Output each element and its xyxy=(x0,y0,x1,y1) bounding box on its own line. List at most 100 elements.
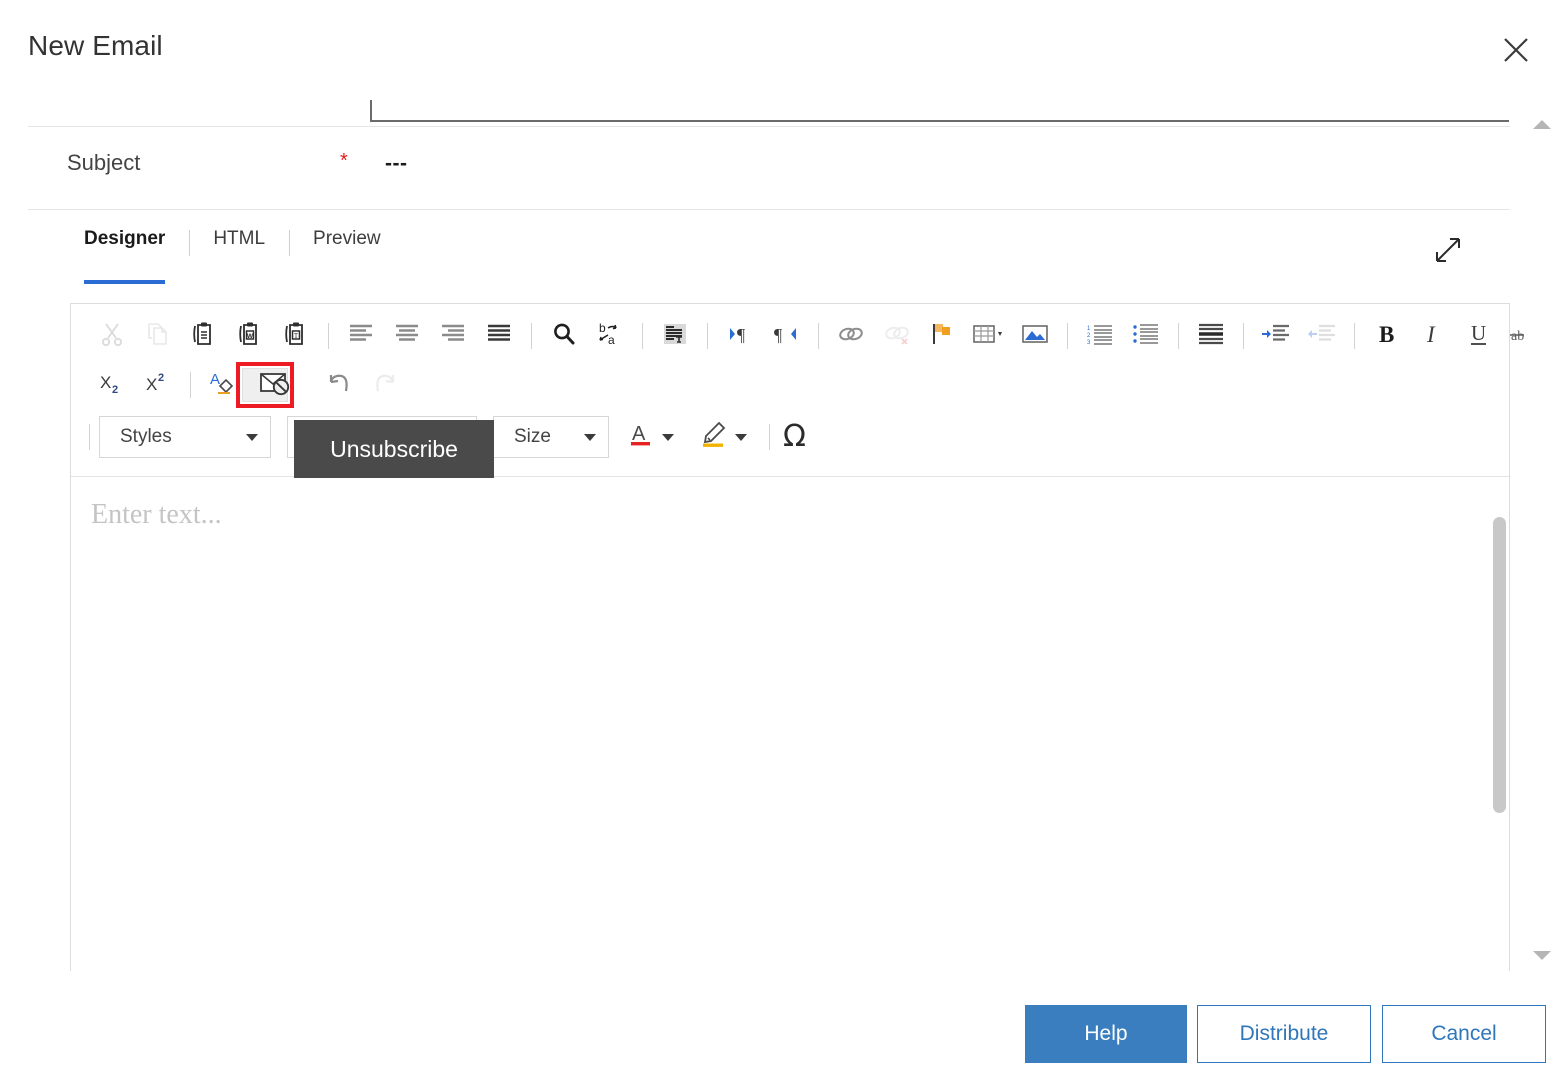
chevron-down-icon xyxy=(735,433,747,441)
size-dropdown-label: Size xyxy=(514,426,551,447)
toolbar-separator xyxy=(1067,323,1068,349)
tab-designer[interactable]: Designer xyxy=(84,228,189,284)
chevron-down-icon xyxy=(584,433,596,441)
replace-button[interactable]: b a xyxy=(587,315,633,357)
text-direction-ltr-icon: ¶ xyxy=(726,322,754,351)
block-quote-button[interactable] xyxy=(1188,315,1234,357)
undo-icon xyxy=(324,370,354,401)
paste-from-word-button[interactable]: W xyxy=(227,315,273,357)
close-button[interactable] xyxy=(1490,24,1542,76)
toolbar-separator xyxy=(1243,323,1244,349)
scroll-up-arrow-icon[interactable] xyxy=(1533,120,1551,129)
special-character-button[interactable]: Ω xyxy=(783,422,806,452)
svg-text:b: b xyxy=(599,321,606,335)
decrease-indent-button[interactable] xyxy=(1299,315,1345,357)
superscript-button[interactable]: X 2 xyxy=(135,364,181,406)
svg-text:T: T xyxy=(294,331,299,339)
select-all-icon xyxy=(662,322,688,351)
undo-button[interactable] xyxy=(316,364,362,406)
highlight-color-button[interactable] xyxy=(694,415,753,459)
anchor-flag-button[interactable] xyxy=(920,315,966,357)
toolbar-row-1: W T b a ¶ ¶ 1 2 3 B I U abc xyxy=(71,310,1536,362)
text-color-button[interactable]: A xyxy=(623,415,680,459)
tab-preview[interactable]: Preview xyxy=(289,228,405,272)
find-button[interactable] xyxy=(541,315,587,357)
paste-button[interactable] xyxy=(181,315,227,357)
insert-image-icon xyxy=(1021,322,1049,351)
tab-html-label: HTML xyxy=(213,228,266,249)
editor-scrollbar-thumb[interactable] xyxy=(1493,517,1506,813)
size-dropdown[interactable]: Size xyxy=(493,416,609,458)
replace-icon: b a xyxy=(596,321,624,352)
italic-button[interactable]: I xyxy=(1410,315,1456,357)
copy-button[interactable] xyxy=(135,315,181,357)
bold-button[interactable]: B xyxy=(1364,315,1410,357)
subscript-button[interactable]: X 2 xyxy=(89,364,135,406)
svg-text:I: I xyxy=(1426,322,1436,347)
chevron-down-icon xyxy=(662,433,674,441)
superscript-icon: X 2 xyxy=(144,370,172,401)
align-right-button[interactable] xyxy=(430,315,476,357)
italic-icon: I xyxy=(1421,321,1445,352)
editor-placeholder: Enter text... xyxy=(91,499,222,530)
bulleted-list-button[interactable] xyxy=(1123,315,1169,357)
tooltip-unsubscribe: Unsubscribe xyxy=(294,420,494,478)
paste-icon xyxy=(191,321,217,352)
insert-table-button[interactable] xyxy=(966,315,1012,357)
redo-button[interactable] xyxy=(362,364,408,406)
svg-text:2: 2 xyxy=(1087,333,1091,339)
distribute-button[interactable]: Distribute xyxy=(1197,1005,1371,1063)
scrolled-field-partial[interactable] xyxy=(370,100,1509,122)
numbered-list-button[interactable]: 1 2 3 xyxy=(1077,315,1123,357)
expand-editor-button[interactable] xyxy=(1428,232,1468,272)
page-title: New Email xyxy=(28,30,163,61)
editor-content-area[interactable]: Enter text... xyxy=(71,477,1509,976)
insert-link-button[interactable] xyxy=(828,315,874,357)
editor-scrollbar[interactable] xyxy=(1489,477,1509,976)
scroll-down-arrow-icon[interactable] xyxy=(1533,951,1551,960)
styles-dropdown-label: Styles xyxy=(120,426,172,447)
insert-table-icon xyxy=(972,322,1006,351)
select-all-button[interactable] xyxy=(652,315,698,357)
anchor-flag-icon xyxy=(930,321,956,352)
subject-label: Subject xyxy=(67,150,141,175)
toolbar-row-3: Styles Font Size A xyxy=(71,408,1509,466)
underline-button[interactable]: U xyxy=(1456,315,1502,357)
insert-image-button[interactable] xyxy=(1012,315,1058,357)
cancel-button[interactable]: Cancel xyxy=(1382,1005,1546,1063)
text-direction-rtl-button[interactable]: ¶ xyxy=(763,315,809,357)
svg-text:2: 2 xyxy=(112,384,118,396)
close-icon xyxy=(1502,36,1530,64)
svg-text:¶: ¶ xyxy=(737,325,745,345)
bold-icon: B xyxy=(1375,321,1399,352)
svg-text:X: X xyxy=(146,375,157,394)
paste-as-text-button[interactable]: T xyxy=(273,315,319,357)
help-button[interactable]: Help xyxy=(1025,1005,1187,1063)
svg-text:B: B xyxy=(1379,322,1394,347)
remove-link-button[interactable] xyxy=(874,315,920,357)
toolbar-separator xyxy=(190,372,191,398)
cut-button[interactable] xyxy=(89,315,135,357)
editor-toolbar: W T b a ¶ ¶ 1 2 3 B I U abc X 2 X 2 A St… xyxy=(71,310,1536,477)
toolbar-separator xyxy=(642,323,643,349)
justify-button[interactable] xyxy=(476,315,522,357)
cut-icon xyxy=(99,321,125,352)
svg-text:1: 1 xyxy=(1087,326,1091,332)
insert-link-icon xyxy=(837,322,865,351)
svg-text:A: A xyxy=(632,423,646,445)
svg-text:¶: ¶ xyxy=(774,325,782,345)
new-email-dialog: New Email Subject * --- Designer HTML Pr… xyxy=(0,0,1560,1087)
dialog-scrollbar[interactable] xyxy=(1524,112,1560,972)
align-center-button[interactable] xyxy=(384,315,430,357)
increase-indent-button[interactable] xyxy=(1253,315,1299,357)
tab-html[interactable]: HTML xyxy=(189,228,289,272)
text-direction-ltr-button[interactable]: ¶ xyxy=(717,315,763,357)
remove-format-button[interactable]: A xyxy=(200,364,246,406)
toolbar-separator xyxy=(531,323,532,349)
svg-text:2: 2 xyxy=(158,372,164,384)
paste-as-text-icon: T xyxy=(283,321,309,352)
styles-dropdown[interactable]: Styles xyxy=(99,416,271,458)
toolbar-separator xyxy=(89,424,90,450)
align-left-button[interactable] xyxy=(338,315,384,357)
subject-value[interactable]: --- xyxy=(385,152,407,176)
